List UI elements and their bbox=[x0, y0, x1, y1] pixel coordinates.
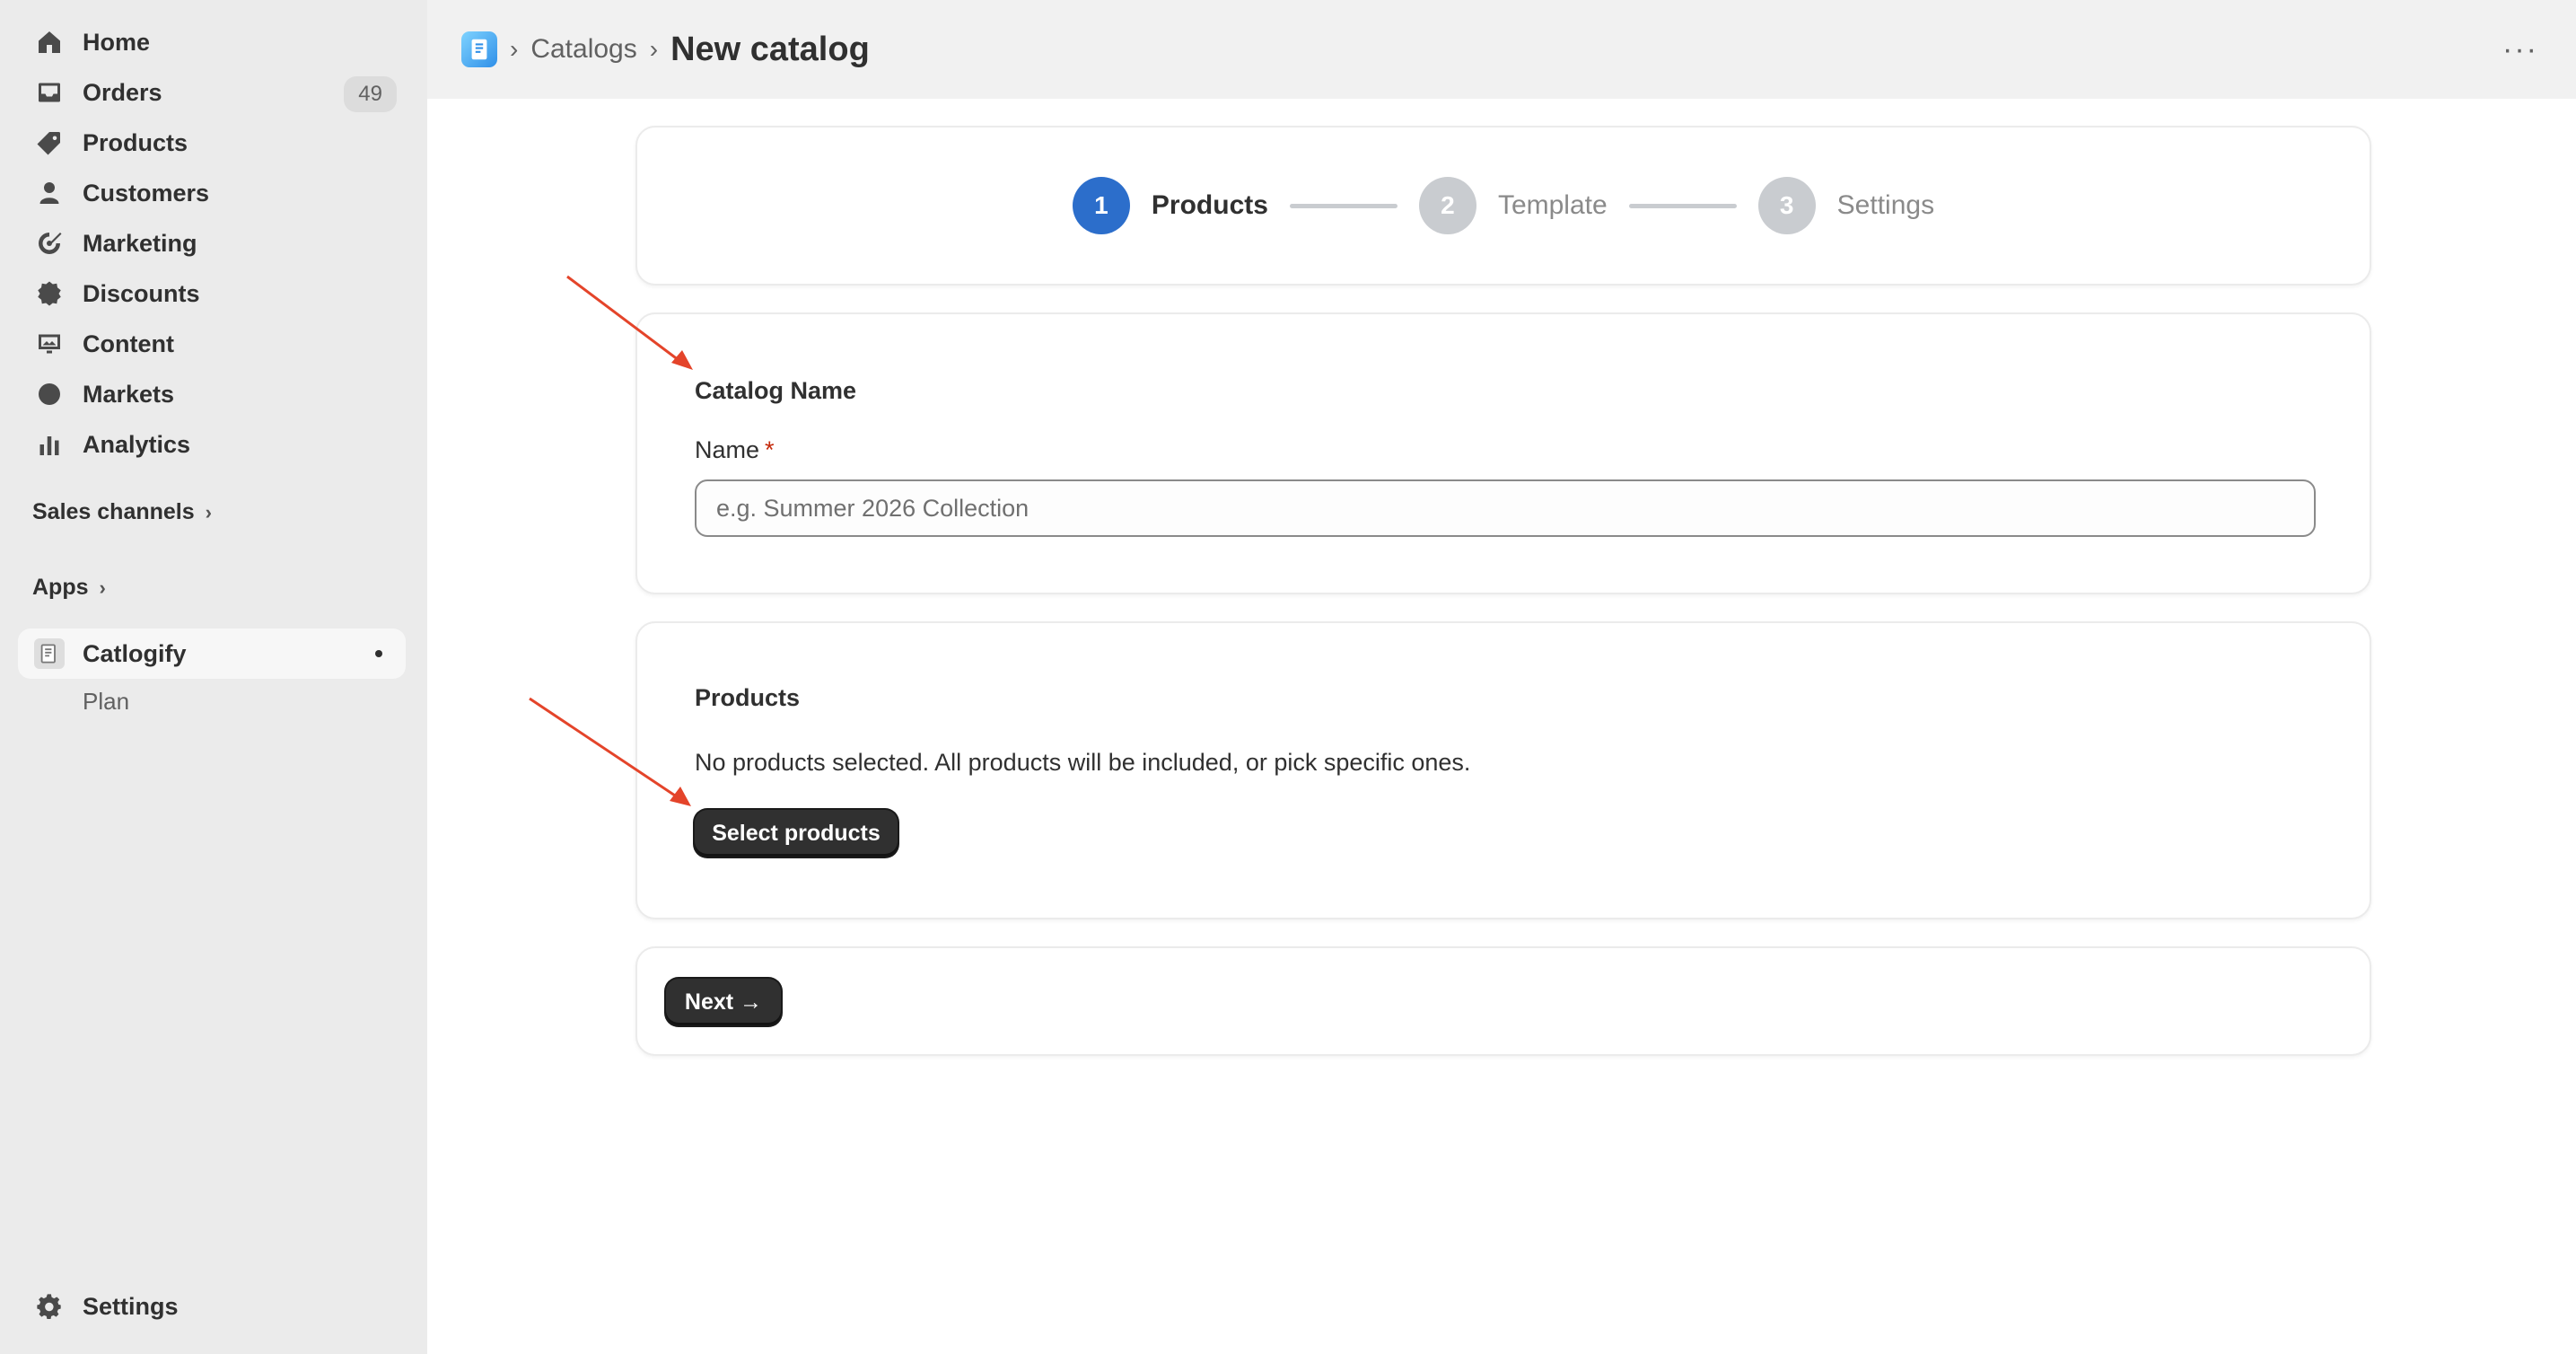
apps-link[interactable]: Apps › bbox=[32, 575, 106, 601]
sidebar-item-analytics[interactable]: Analytics bbox=[18, 420, 406, 469]
step-number: 2 bbox=[1418, 177, 1476, 234]
sidebar-item-label: Catlogify bbox=[83, 639, 187, 667]
sales-channels-label: Sales channels bbox=[32, 499, 195, 524]
breadcrumb-separator: › bbox=[649, 35, 659, 63]
orders-count-badge: 49 bbox=[344, 76, 397, 112]
more-actions-button[interactable]: ··· bbox=[2502, 34, 2538, 65]
sidebar-item-label: Discounts bbox=[83, 279, 200, 307]
catalog-name-card: Catalog Name Name * bbox=[635, 312, 2371, 594]
person-icon bbox=[34, 178, 65, 208]
sidebar-item-discounts[interactable]: Discounts bbox=[18, 269, 406, 318]
apps-label: Apps bbox=[32, 575, 89, 600]
gear-icon bbox=[34, 1291, 65, 1322]
catlogify-app-icon bbox=[34, 638, 65, 669]
card-title: Catalog Name bbox=[695, 377, 857, 404]
step-template: 2 Template bbox=[1418, 177, 1608, 234]
field-label-text: Name bbox=[695, 436, 760, 463]
sidebar-item-label: Settings bbox=[83, 1292, 179, 1320]
catlogify-app-icon[interactable] bbox=[461, 31, 497, 67]
sidebar-item-markets[interactable]: Markets bbox=[18, 370, 406, 418]
chevron-right-icon: › bbox=[99, 576, 106, 599]
chevron-right-icon: › bbox=[205, 500, 212, 523]
sidebar-item-content[interactable]: Content bbox=[18, 320, 406, 368]
page-title: New catalog bbox=[670, 30, 870, 68]
step-number: 3 bbox=[1757, 177, 1816, 234]
globe-icon bbox=[34, 379, 65, 409]
stepper: 1 Products 2 Template 3 Settings bbox=[637, 127, 2370, 284]
sidebar-item-marketing[interactable]: Marketing bbox=[18, 219, 406, 268]
step-products: 1 Products bbox=[1072, 177, 1268, 234]
step-settings: 3 Settings bbox=[1757, 177, 1935, 234]
sidebar-item-label: Marketing bbox=[83, 229, 197, 257]
page-header: › Catalogs › New catalog ··· bbox=[427, 0, 2576, 99]
required-mark: * bbox=[765, 436, 775, 463]
image-icon bbox=[34, 329, 65, 359]
products-card: Products No products selected. All produ… bbox=[635, 621, 2371, 919]
target-icon bbox=[34, 228, 65, 259]
footer-card: Next → bbox=[635, 946, 2371, 1056]
main-content: 1 Products 2 Template 3 Settings Catalog… bbox=[427, 99, 2576, 1354]
active-dot bbox=[375, 650, 382, 657]
breadcrumb-catalogs[interactable]: Catalogs bbox=[530, 34, 636, 65]
products-description: No products selected. All products will … bbox=[695, 749, 1471, 776]
sidebar-item-label: Home bbox=[83, 28, 151, 56]
sidebar-item-label: Orders bbox=[83, 78, 162, 106]
name-field-label: Name * bbox=[695, 436, 775, 464]
sidebar-item-label: Content bbox=[83, 330, 174, 357]
step-label: Settings bbox=[1836, 190, 1935, 220]
inbox-icon bbox=[34, 77, 65, 108]
home-icon bbox=[34, 27, 65, 57]
select-products-button[interactable]: Select products bbox=[695, 810, 898, 857]
tag-icon bbox=[34, 127, 65, 158]
sales-channels-link[interactable]: Sales channels › bbox=[32, 499, 212, 525]
sidebar-item-settings[interactable]: Settings bbox=[18, 1282, 406, 1331]
sidebar-item-customers[interactable]: Customers bbox=[18, 169, 406, 217]
sidebar-item-label: Products bbox=[83, 128, 188, 156]
sidebar-item-plan[interactable]: Plan bbox=[83, 688, 129, 716]
step-number: 1 bbox=[1072, 177, 1130, 234]
breadcrumb-separator: › bbox=[510, 35, 519, 63]
step-label: Template bbox=[1497, 190, 1608, 220]
card-title: Products bbox=[695, 684, 801, 711]
sidebar-item-home[interactable]: Home bbox=[18, 18, 406, 66]
discount-icon bbox=[34, 278, 65, 309]
sidebar-item-orders[interactable]: Orders 49 bbox=[18, 68, 406, 117]
stepper-card: 1 Products 2 Template 3 Settings bbox=[635, 126, 2371, 286]
step-label: Products bbox=[1151, 190, 1268, 220]
next-button[interactable]: Next → bbox=[666, 979, 781, 1025]
sidebar-item-label: Customers bbox=[83, 179, 210, 207]
catalog-name-input[interactable] bbox=[695, 479, 2316, 537]
sidebar-item-label: Analytics bbox=[83, 430, 191, 458]
annotation-arrow-icon bbox=[566, 275, 693, 370]
sidebar-item-catlogify[interactable]: Catlogify bbox=[18, 629, 406, 679]
sidebar-item-label: Markets bbox=[83, 380, 175, 408]
annotation-arrow-icon bbox=[529, 697, 691, 806]
sidebar-item-products[interactable]: Products bbox=[18, 119, 406, 167]
bar-chart-icon bbox=[34, 429, 65, 460]
sidebar: Home Orders 49 Products Customers Market… bbox=[0, 0, 427, 1354]
step-connector bbox=[1289, 203, 1398, 208]
step-connector bbox=[1628, 203, 1737, 208]
